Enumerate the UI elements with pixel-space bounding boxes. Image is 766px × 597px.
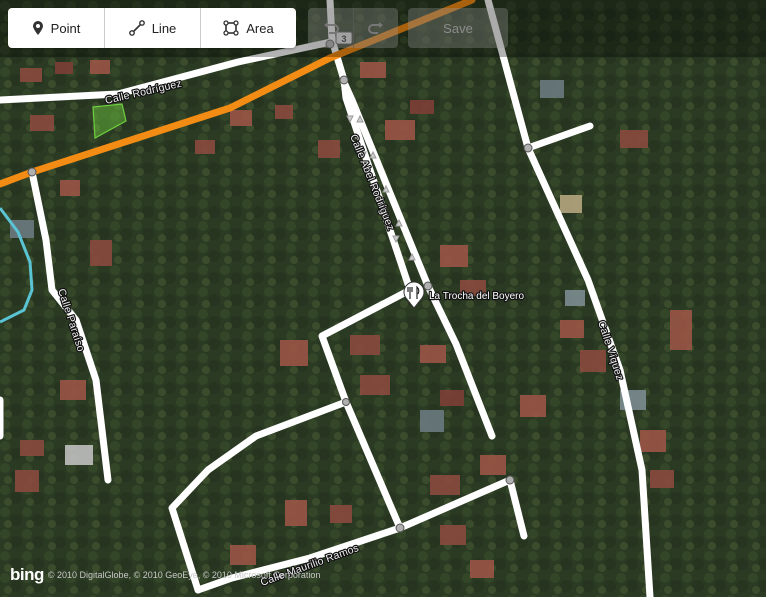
line-icon: [128, 20, 145, 36]
point-marker-icon: [32, 20, 44, 36]
redo-icon: [368, 21, 384, 35]
add-point-label: Point: [50, 20, 81, 36]
add-line-label: Line: [151, 20, 177, 36]
add-line-button[interactable]: Line: [104, 8, 200, 48]
area-icon: [223, 20, 239, 36]
map-attribution: bing © 2010 DigitalGlobe, © 2010 GeoEye,…: [10, 565, 320, 585]
undo-button[interactable]: [308, 8, 353, 48]
poi-label: La Trocha del Boyero: [429, 291, 524, 302]
add-mode-buttons: Point Line Area: [8, 8, 296, 48]
map-layer[interactable]: 3 Calle Rodríguez Calle Abel Rodríguez C…: [0, 0, 766, 597]
add-point-button[interactable]: Point: [8, 8, 104, 48]
aerial-imagery: [0, 0, 766, 597]
save-button[interactable]: Save: [408, 8, 508, 48]
redo-button[interactable]: [353, 8, 398, 48]
map-canvas[interactable]: 3 Calle Rodríguez Calle Abel Rodríguez C…: [0, 0, 766, 597]
undo-icon: [323, 21, 339, 35]
bing-logo: bing: [10, 565, 44, 584]
add-area-label: Area: [246, 20, 274, 36]
imagery-copyright[interactable]: © 2010 DigitalGlobe, © 2010 GeoEye, © 20…: [48, 570, 321, 580]
add-area-button[interactable]: Area: [200, 8, 296, 48]
history-buttons: [308, 8, 398, 48]
